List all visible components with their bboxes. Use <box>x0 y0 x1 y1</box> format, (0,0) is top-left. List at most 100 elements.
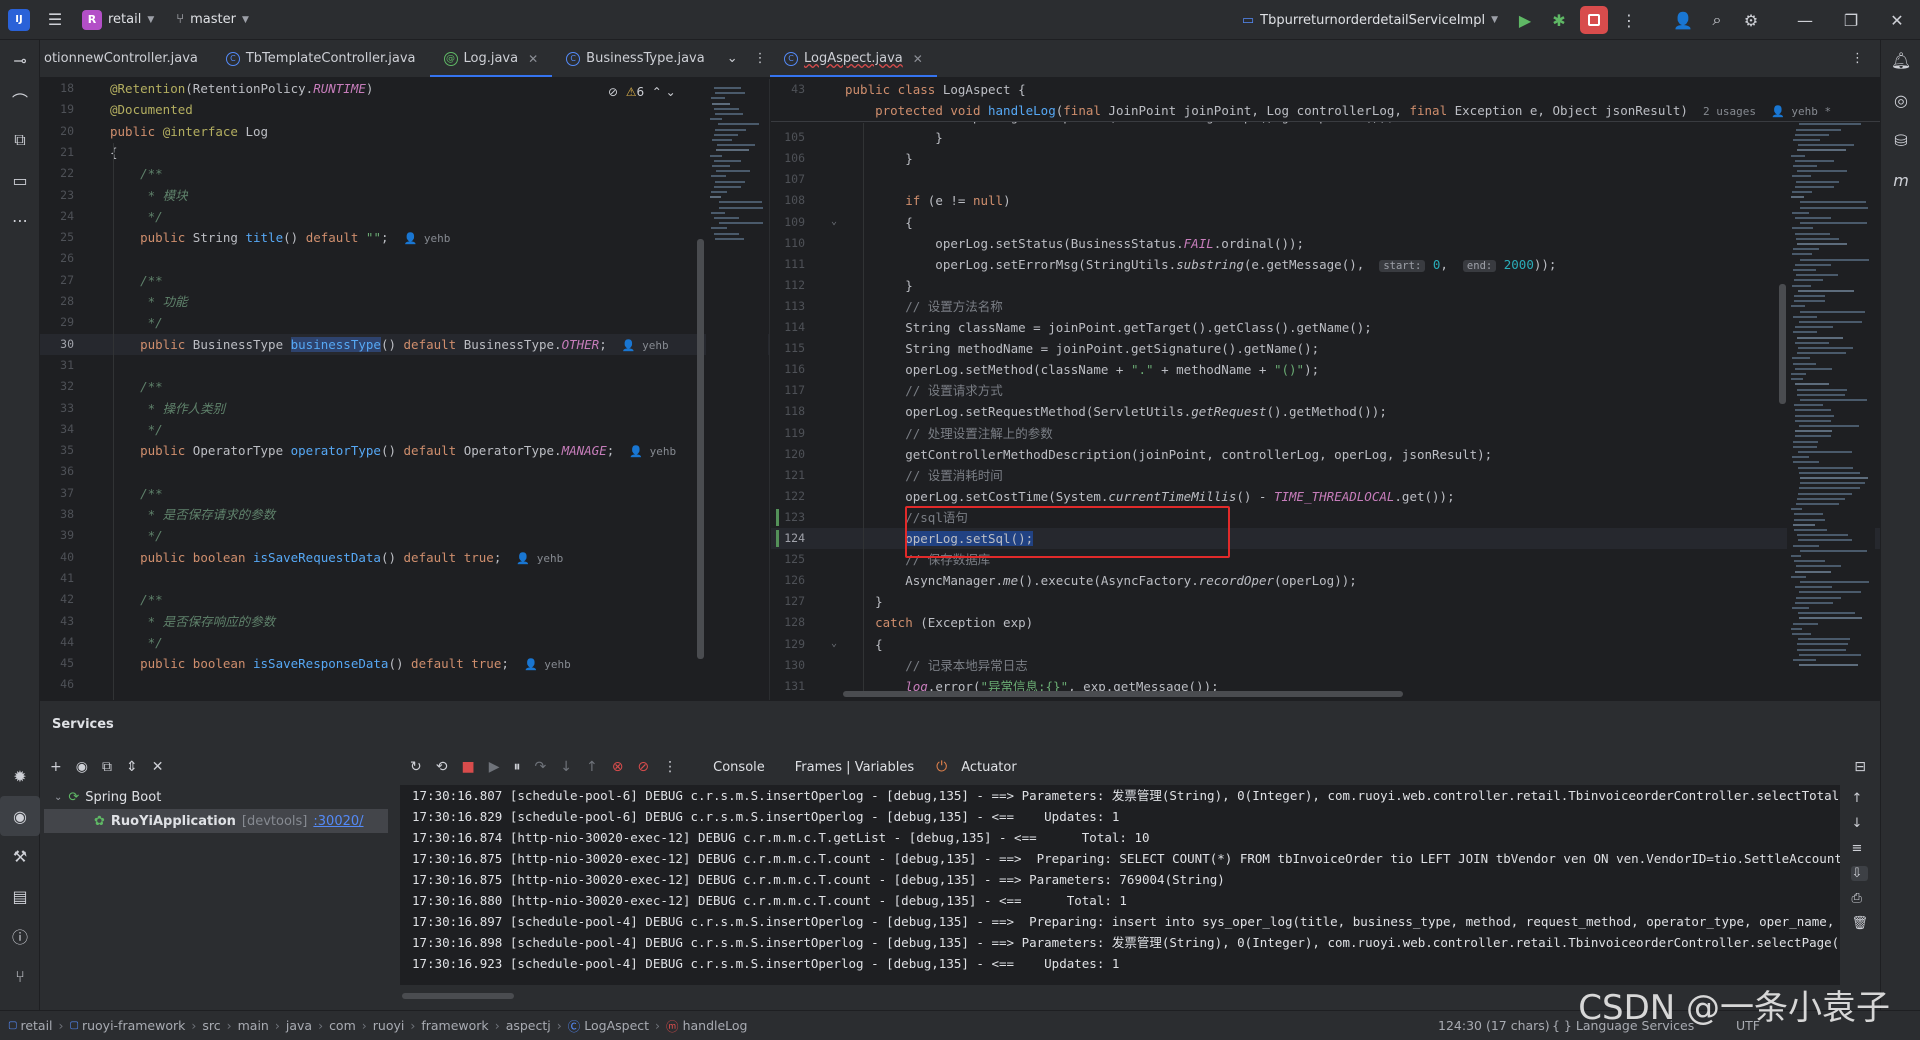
pull-request-icon[interactable]: ⌒ <box>0 80 40 120</box>
code-line[interactable]: 111 operLog.setErrorMsg(StringUtils.subs… <box>771 254 1880 275</box>
restart-icon[interactable]: ⟲ <box>436 759 448 775</box>
tab-businesstype[interactable]: C BusinessType.java <box>552 40 719 77</box>
code-line[interactable]: 39 */ <box>40 525 769 546</box>
change-marker[interactable] <box>776 508 779 526</box>
terminal-icon[interactable]: ▤ <box>0 876 40 916</box>
more-icon[interactable]: ⋮ <box>663 759 677 775</box>
hide-icon[interactable]: ⊘ <box>608 85 618 99</box>
code-line[interactable]: 27 /** <box>40 270 769 291</box>
debug-icon[interactable]: ✱ <box>1542 0 1576 40</box>
code-line[interactable]: 40 public boolean isSaveRequestData() de… <box>40 547 769 568</box>
breadcrumb-item[interactable]: framework <box>421 1018 488 1033</box>
build-icon[interactable]: ⚒ <box>0 836 40 876</box>
notifications-icon[interactable]: 🔔︎ <box>1881 40 1920 80</box>
breadcrumb-item[interactable]: LogAspect <box>584 1018 649 1033</box>
right-code-editor[interactable]: 43 public class LogAspect { protected voi… <box>771 79 1880 700</box>
ai-assistant-icon[interactable]: ◎ <box>1881 80 1920 120</box>
code-line[interactable]: 20 public @interface Log <box>40 121 769 142</box>
fold-icon[interactable]: ⌄ <box>831 216 837 227</box>
left-code-editor[interactable]: 18 @Retention(RetentionPolicy.RUNTIME) 19 @… <box>40 79 770 700</box>
step-out-icon[interactable]: ↑ <box>586 759 598 775</box>
breadcrumb-item[interactable]: handleLog <box>683 1018 748 1033</box>
code-line[interactable]: 108 if (e != null) <box>771 190 1880 211</box>
code-line[interactable]: 116 operLog.setMethod(className + "." + … <box>771 359 1880 380</box>
search-icon[interactable]: ⌕ <box>1700 0 1734 40</box>
code-line[interactable]: 112 } <box>771 275 1880 296</box>
add-icon[interactable]: + <box>50 759 62 775</box>
main-menu-icon[interactable]: ☰ <box>38 0 72 40</box>
scroll-to-end-icon[interactable]: ⇩ <box>1851 866 1868 881</box>
code-line[interactable]: 34 */ <box>40 419 769 440</box>
code-line[interactable]: 30 public BusinessType businessType() de… <box>40 333 769 355</box>
rerun-icon[interactable]: ↻ <box>410 759 422 775</box>
chevron-up-icon[interactable]: ⌃ <box>652 85 662 99</box>
code-line[interactable]: 21{ <box>40 142 769 163</box>
trash-icon[interactable]: 🗑︎ <box>1851 916 1868 931</box>
code-line[interactable]: 24 */ <box>40 206 769 227</box>
code-line[interactable]: 120 getControllerMethodDescription(joinP… <box>771 444 1880 465</box>
right-minimap[interactable] <box>1787 79 1875 700</box>
close-icon[interactable]: ✕ <box>1874 0 1920 40</box>
inspection-widget[interactable]: ⊘ ⚠6 ⌃ ⌄ <box>608 85 676 99</box>
structure-icon[interactable]: ⧉ <box>0 120 40 160</box>
run-config-selector[interactable]: ▭ TbpurreturnorderdetailServiceImpl ▼ <box>1242 13 1498 28</box>
tree-item-ruoyi-app[interactable]: ✿ RuoYiApplication [devtools] :30020/ <box>44 809 388 833</box>
breadcrumb-item[interactable]: retail <box>20 1018 52 1033</box>
close-tab-icon[interactable]: ✕ <box>913 52 923 66</box>
app-port-link[interactable]: :30020/ <box>313 814 363 829</box>
more-tools-icon[interactable]: ⋯ <box>0 200 40 240</box>
tab-tbtemplate[interactable]: C TbTemplateController.java <box>212 40 430 77</box>
code-line[interactable]: 43 * 是否保存响应的参数 <box>40 611 769 632</box>
layout-icon[interactable]: ⊟ <box>1854 759 1866 775</box>
gear-icon[interactable]: ⚙ <box>1734 0 1768 40</box>
tree-group-spring-boot[interactable]: ⌄ ⟳ Spring Boot <box>40 785 398 809</box>
print-icon[interactable]: ⎙ <box>1851 891 1868 906</box>
commit-icon[interactable]: ⊸ <box>0 40 40 80</box>
code-line[interactable]: 35 public OperatorType operatorType() de… <box>40 440 769 461</box>
code-line[interactable]: 129 { <box>771 634 1880 655</box>
right-scrollbar[interactable] <box>1779 284 1786 404</box>
tab-frames-variables[interactable]: Frames | Variables <box>787 760 922 775</box>
code-line[interactable]: 25 public String title() default ""; 👤 y… <box>40 227 769 248</box>
close-tab-icon[interactable]: ✕ <box>528 52 538 66</box>
code-line[interactable]: 121 // 设置消耗时间 <box>771 465 1880 486</box>
code-line[interactable]: 36 <box>40 461 769 482</box>
fold-icon[interactable]: ⌄ <box>831 638 837 649</box>
tab-actuator[interactable]: Actuator <box>961 760 1025 775</box>
breadcrumb-item[interactable]: ruoyi-framework <box>82 1018 185 1033</box>
left-minimap[interactable] <box>706 79 768 700</box>
code-line[interactable]: 118 operLog.setRequestMethod(ServletUtil… <box>771 401 1880 422</box>
folder-icon[interactable]: ▭ <box>0 160 40 200</box>
tab-controller[interactable]: otionnewController.java <box>40 40 212 77</box>
project-selector[interactable]: R retail ▼ <box>82 9 154 30</box>
code-line[interactable]: 42 /** <box>40 589 769 610</box>
tab-log[interactable]: @ Log.java ✕ <box>429 40 553 77</box>
horizontal-scrollbar[interactable] <box>843 691 1403 697</box>
arrow-down-icon[interactable]: ↓ <box>1851 816 1868 831</box>
minimize-icon[interactable]: — <box>1782 0 1828 40</box>
code-line[interactable]: 19 @Documented <box>40 99 769 120</box>
run-icon[interactable]: ▶ <box>1508 0 1542 40</box>
problems-icon[interactable]: ⓘ <box>0 916 40 956</box>
branch-selector[interactable]: ⑂ master ▼ <box>176 12 249 27</box>
code-line[interactable]: 46 <box>40 674 769 695</box>
code-line[interactable]: 119 // 处理设置注解上的参数 <box>771 423 1880 444</box>
resume-icon[interactable]: ▶ <box>489 759 500 775</box>
code-line[interactable]: 126 AsyncManager.me().execute(AsyncFacto… <box>771 570 1880 591</box>
more-icon[interactable]: ⋮ <box>754 51 767 66</box>
code-line[interactable]: 45 public boolean isSaveResponseData() d… <box>40 653 769 674</box>
soft-wrap-icon[interactable]: ≡ <box>1851 841 1868 856</box>
code-line[interactable]: 44 */ <box>40 632 769 653</box>
cursor-position[interactable]: 124:30 (17 chars) <box>1438 1018 1550 1033</box>
chevron-down-icon[interactable]: ⌄ <box>666 85 676 99</box>
tab-logaspect[interactable]: C LogAspect.java ✕ <box>770 40 937 77</box>
breadcrumb-item[interactable]: java <box>286 1018 312 1033</box>
code-line[interactable]: 22 /** <box>40 163 769 184</box>
code-line[interactable]: 28 * 功能 <box>40 291 769 312</box>
code-line[interactable]: 117 // 设置请求方式 <box>771 380 1880 401</box>
more-icon[interactable]: ⋮ <box>1851 51 1864 66</box>
close-icon[interactable]: ✕ <box>152 759 164 775</box>
breakpoints-icon[interactable]: ⊗ <box>612 759 624 775</box>
restore-icon[interactable]: ❐ <box>1828 0 1874 40</box>
stop-button[interactable] <box>1580 6 1608 34</box>
